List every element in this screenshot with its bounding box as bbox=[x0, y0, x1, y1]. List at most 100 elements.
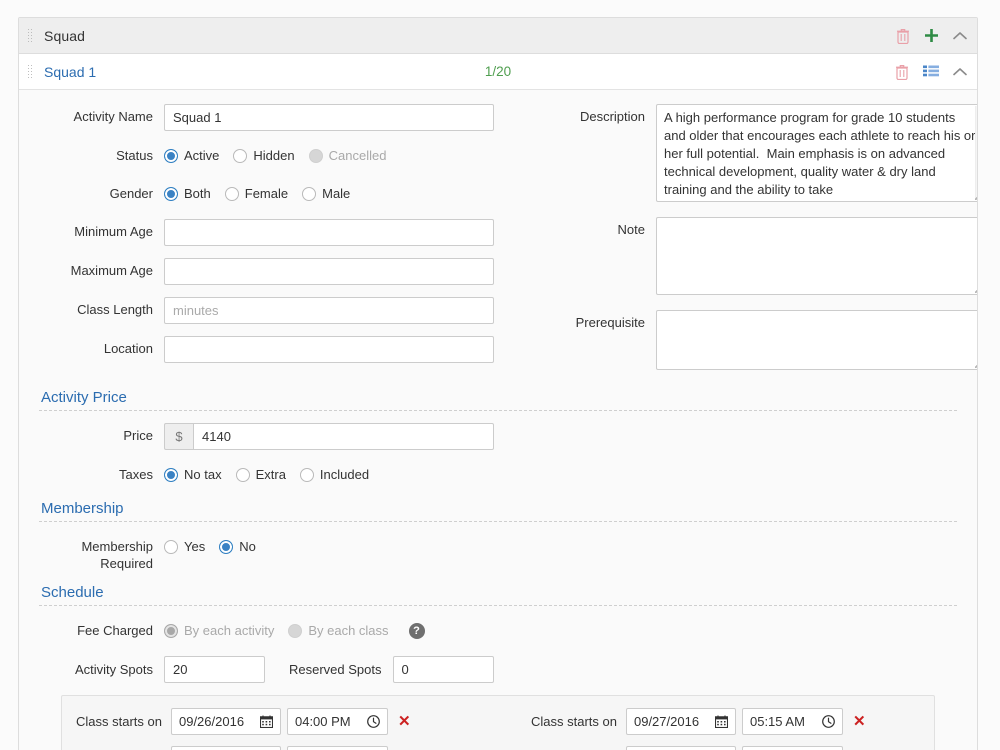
remove-class-button[interactable]: ✕ bbox=[849, 714, 870, 729]
taxes-radio-included[interactable]: Included bbox=[299, 462, 369, 488]
taxes-label: Taxes bbox=[119, 467, 153, 482]
class-schedule-entry: Class starts on 09/27/2016 05:15 AM ✕ bbox=[531, 708, 977, 735]
clock-icon[interactable] bbox=[367, 715, 380, 728]
chevron-up-icon[interactable] bbox=[953, 67, 967, 76]
taxes-radio-no-tax[interactable]: No tax bbox=[164, 462, 222, 488]
help-icon[interactable]: ? bbox=[408, 623, 425, 639]
group-header: Squad bbox=[19, 18, 977, 54]
reserved-spots-label: Reserved Spots bbox=[289, 662, 382, 677]
clock-icon[interactable] bbox=[822, 715, 835, 728]
class-time-field[interactable]: 04:00 PM bbox=[286, 708, 388, 735]
note-wrapper bbox=[656, 217, 977, 295]
minimum-age-label: Minimum Age bbox=[74, 224, 153, 239]
class-time-field[interactable] bbox=[741, 746, 843, 750]
field-status: Status Active Hidden Cancelled bbox=[39, 143, 509, 169]
fee-charged-option-label: By each activity bbox=[184, 623, 275, 638]
taxes-radio-extra[interactable]: Extra bbox=[235, 462, 286, 488]
class-time-field[interactable]: 05:15 AM bbox=[741, 708, 843, 735]
reserved-spots-input[interactable] bbox=[392, 656, 494, 683]
trash-icon[interactable] bbox=[896, 28, 910, 44]
field-note: Note bbox=[531, 217, 977, 298]
remove-class-button[interactable]: ✕ bbox=[394, 714, 415, 729]
radio-dot-icon bbox=[224, 187, 239, 201]
activity-spots-input[interactable] bbox=[164, 656, 265, 683]
class-schedule-panel: Class starts on 09/26/2016 04:00 PM ✕ Cl… bbox=[61, 695, 935, 750]
membership-required-label: Membership Required bbox=[39, 534, 164, 572]
class-time-field[interactable] bbox=[286, 746, 388, 750]
drag-handle-icon[interactable] bbox=[27, 63, 34, 80]
group-header-actions bbox=[896, 28, 967, 44]
description-textarea[interactable]: A high performance program for grade 10 … bbox=[656, 104, 977, 202]
activity-name-input[interactable] bbox=[164, 104, 494, 131]
class-date-field[interactable]: 09/26/2016 bbox=[170, 708, 281, 735]
gender-option-label: Female bbox=[244, 186, 289, 201]
radio-dot-icon bbox=[308, 149, 323, 163]
membership-required-label-line1: Membership bbox=[81, 539, 153, 554]
status-option-label: Hidden bbox=[253, 148, 295, 163]
plus-icon[interactable] bbox=[924, 28, 939, 43]
field-activity-name: Activity Name bbox=[39, 104, 509, 131]
squad-form-body: Activity Name Status Active bbox=[19, 90, 977, 750]
class-schedule-row: Class starts on 09/26/2016 04:00 PM ✕ Cl… bbox=[76, 708, 920, 735]
price-label: Price bbox=[123, 428, 153, 443]
activity-price-title: Activity Price bbox=[41, 389, 127, 406]
membership-radio-no[interactable]: No bbox=[219, 534, 256, 560]
item-title[interactable]: Squad 1 bbox=[44, 64, 96, 80]
taxes-option-label: Extra bbox=[255, 467, 286, 482]
fee-charged-option-label: By each class bbox=[308, 623, 389, 638]
radio-dot-icon bbox=[164, 468, 178, 482]
description-wrapper: A high performance program for grade 10 … bbox=[656, 104, 977, 202]
calendar-icon[interactable] bbox=[714, 715, 729, 729]
right-column: Description A high performance program f… bbox=[509, 104, 977, 385]
membership-radio-yes[interactable]: Yes bbox=[164, 534, 205, 560]
maximum-age-input[interactable] bbox=[164, 258, 494, 285]
drag-handle-icon[interactable] bbox=[27, 27, 34, 44]
note-textarea[interactable] bbox=[656, 217, 977, 295]
section-divider bbox=[39, 521, 957, 522]
page-root: Squad Squad 1 1/20 Activity Name Squad 1… bbox=[0, 0, 1000, 750]
item-count-badge: 1/20 bbox=[484, 64, 512, 79]
class-date-field[interactable] bbox=[170, 746, 281, 750]
radio-dot-icon bbox=[288, 624, 303, 638]
item-header-squad-1: Squad 1 1/20 bbox=[19, 54, 977, 90]
field-description: Description A high performance program f… bbox=[531, 104, 977, 205]
fee-charged-radio-by-activity: By each activity bbox=[164, 618, 274, 644]
gender-radio-female[interactable]: Female bbox=[224, 181, 289, 207]
list-icon[interactable] bbox=[923, 65, 939, 79]
taxes-radio-group: No tax Extra Included bbox=[164, 462, 957, 488]
status-radio-hidden[interactable]: Hidden bbox=[233, 143, 295, 169]
class-schedule-row: Class starts on Class starts on bbox=[76, 746, 920, 750]
gender-radio-both[interactable]: Both bbox=[164, 181, 211, 207]
prerequisite-textarea[interactable] bbox=[656, 310, 977, 370]
field-gender: Gender Both Female Male bbox=[39, 181, 509, 207]
class-date-field[interactable] bbox=[625, 746, 736, 750]
gender-radio-male[interactable]: Male bbox=[302, 181, 350, 207]
class-date-field[interactable]: 09/27/2016 bbox=[625, 708, 736, 735]
class-starts-on-label: Class starts on bbox=[76, 714, 162, 729]
item-header-actions bbox=[895, 64, 967, 80]
status-option-label: Active bbox=[184, 148, 220, 163]
radio-dot-icon bbox=[233, 149, 248, 163]
price-input-group: $ bbox=[164, 423, 494, 450]
location-input[interactable] bbox=[164, 336, 494, 363]
price-input[interactable] bbox=[193, 423, 494, 450]
field-location: Location bbox=[39, 336, 509, 363]
field-maximum-age: Maximum Age bbox=[39, 258, 509, 285]
membership-radio-group: Yes No bbox=[164, 534, 957, 560]
status-label: Status bbox=[116, 148, 153, 163]
class-schedule-entry: Class starts on bbox=[531, 746, 977, 750]
section-membership: Membership bbox=[39, 500, 957, 522]
field-price: Price $ bbox=[39, 423, 957, 450]
calendar-icon[interactable] bbox=[259, 715, 274, 729]
status-radio-active[interactable]: Active bbox=[164, 143, 219, 169]
radio-dot-icon bbox=[164, 624, 178, 638]
class-length-label: Class Length bbox=[77, 302, 153, 317]
status-option-label: Cancelled bbox=[328, 148, 387, 163]
class-starts-on-label: Class starts on bbox=[531, 714, 617, 729]
fee-charged-label: Fee Charged bbox=[77, 623, 153, 638]
minimum-age-input[interactable] bbox=[164, 219, 494, 246]
left-column: Activity Name Status Active bbox=[39, 104, 509, 375]
class-length-input[interactable] bbox=[164, 297, 494, 324]
chevron-up-icon[interactable] bbox=[953, 31, 967, 40]
trash-icon[interactable] bbox=[895, 64, 909, 80]
